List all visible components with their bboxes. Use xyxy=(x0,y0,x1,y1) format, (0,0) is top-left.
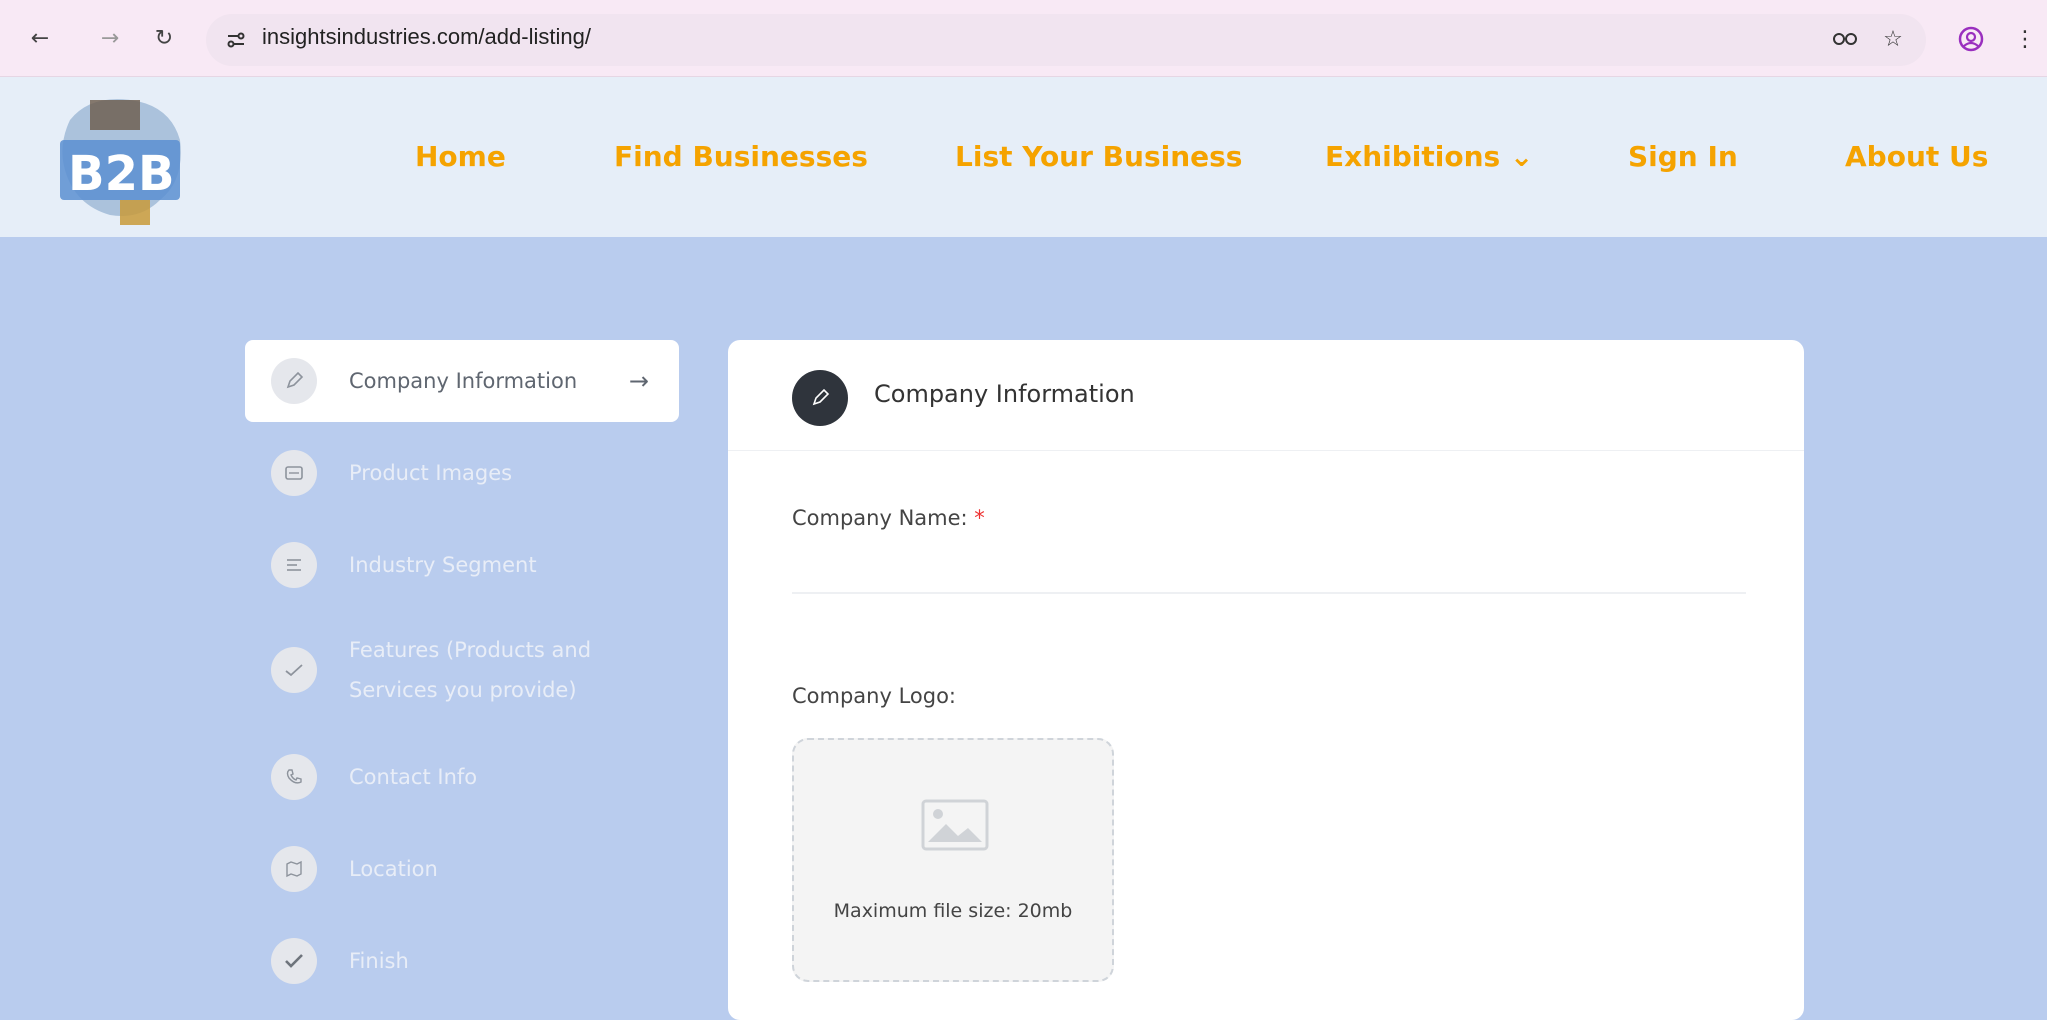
browser-toolbar: ← → ↻ insightsindustries.com/add-listing… xyxy=(0,0,2047,77)
step-label: Contact Info xyxy=(349,765,478,789)
card-header: Company Information xyxy=(728,340,1804,451)
nav-home[interactable]: Home xyxy=(415,140,506,173)
bookmark-star-icon[interactable]: ☆ xyxy=(1878,24,1908,54)
password-key-icon[interactable] xyxy=(1830,24,1860,54)
site-settings-icon[interactable] xyxy=(222,26,250,54)
pen-icon xyxy=(271,358,317,404)
company-information-card: Company Information Company Name: * Comp… xyxy=(728,340,1804,1020)
browser-menu-icon[interactable]: ⋮ xyxy=(2010,24,2040,54)
step-label: Industry Segment xyxy=(349,553,537,577)
nav-find-businesses[interactable]: Find Businesses xyxy=(614,140,868,173)
card-title: Company Information xyxy=(874,380,1135,408)
step-location[interactable]: Location xyxy=(245,828,679,910)
nav-list-your-business[interactable]: List Your Business xyxy=(955,140,1242,173)
phone-icon xyxy=(271,754,317,800)
check-icon xyxy=(271,647,317,693)
step-label: Location xyxy=(349,857,438,881)
logo-upload-dropzone[interactable]: Maximum file size: 20mb xyxy=(792,738,1114,982)
arrow-right-icon: → xyxy=(628,367,649,395)
step-label: Product Images xyxy=(349,461,513,485)
list-icon xyxy=(271,542,317,588)
step-features[interactable]: Features (Products and Services you prov… xyxy=(245,622,679,718)
step-finish[interactable]: Finish xyxy=(245,920,679,1002)
profile-avatar-icon[interactable] xyxy=(1956,24,1986,54)
image-placeholder-icon xyxy=(920,798,990,852)
svg-text:B2B: B2B xyxy=(68,146,175,202)
upload-hint: Maximum file size: 20mb xyxy=(833,900,1073,922)
company-logo-label: Company Logo: xyxy=(792,684,957,708)
map-icon xyxy=(271,846,317,892)
pen-icon xyxy=(792,370,848,426)
step-label: Company Information xyxy=(349,369,578,393)
step-company-information[interactable]: Company Information → xyxy=(245,340,679,422)
nav-exhibitions[interactable]: Exhibitions ⌄ xyxy=(1325,140,1533,173)
back-icon[interactable]: ← xyxy=(24,22,56,54)
reload-icon[interactable]: ↻ xyxy=(148,22,180,54)
forward-icon[interactable]: → xyxy=(94,22,126,54)
step-label: Finish xyxy=(349,949,409,973)
check-bold-icon xyxy=(271,938,317,984)
address-bar-url[interactable]: insightsindustries.com/add-listing/ xyxy=(262,24,591,50)
b2b-logo[interactable]: B2B xyxy=(50,90,190,230)
company-name-label: Company Name: * xyxy=(792,506,985,530)
step-industry-segment[interactable]: Industry Segment xyxy=(245,524,679,606)
step-product-images[interactable]: Product Images xyxy=(245,432,679,514)
step-contact-info[interactable]: Contact Info xyxy=(245,736,679,818)
nav-sign-in[interactable]: Sign In xyxy=(1628,140,1738,173)
step-label: Features (Products and Services you prov… xyxy=(349,638,592,702)
nav-about-us[interactable]: About Us xyxy=(1845,140,1988,173)
images-icon xyxy=(271,450,317,496)
company-name-input[interactable] xyxy=(792,550,1746,594)
